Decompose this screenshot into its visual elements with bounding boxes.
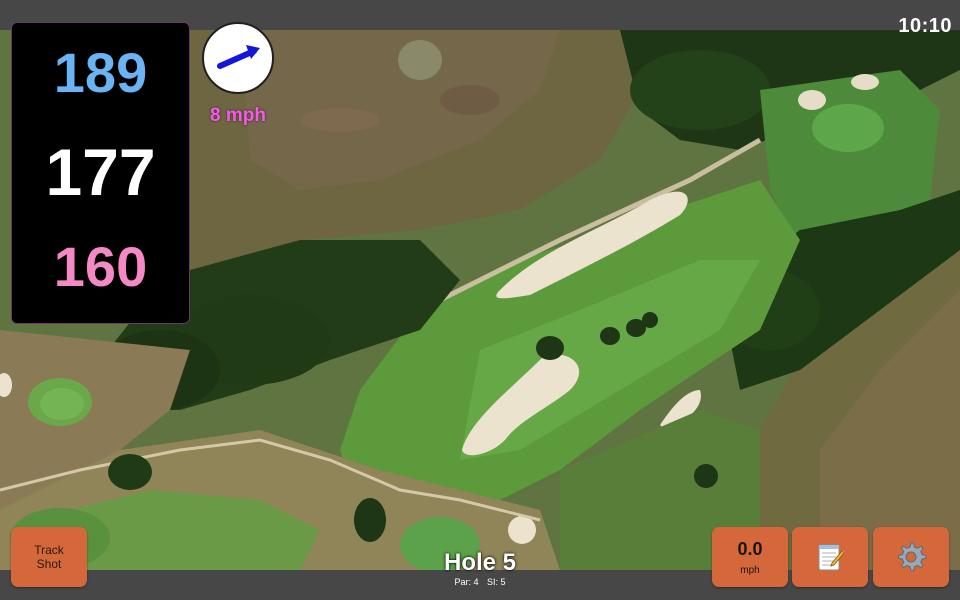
middle-distance: 177 [45,135,156,209]
settings-button[interactable] [873,527,949,587]
gear-icon [897,542,927,572]
notes-button[interactable] [792,527,868,587]
track-shot-button[interactable]: Track Shot [11,527,87,587]
notepad-icon [818,544,845,571]
hole-details: Par: 4 SI: 5 [380,577,580,587]
hole-title: Hole 5 [443,549,517,576]
back-distance: 189 [53,41,148,104]
speed-unit: mph [740,565,760,576]
track-shot-label-line2: Shot [36,557,62,571]
hole-par: Par: 4 [454,577,479,587]
distance-panel: 189 177 160 [11,22,190,324]
wind-arrow-icon [217,45,260,69]
hole-stroke-index: SI: 5 [487,577,506,587]
track-shot-label-line1: Track [34,543,64,557]
front-distance: 160 [53,235,148,298]
wind-speed: 8 mph [210,105,266,126]
wind-indicator [202,22,274,94]
speed-value: 0.0 [737,539,763,559]
speed-button[interactable]: 0.0 mph [712,527,788,587]
clock: 10:10 [898,15,952,37]
golf-gps-screen: 10:10 189 177 160 8 mph Track Shot Hole … [0,0,960,600]
